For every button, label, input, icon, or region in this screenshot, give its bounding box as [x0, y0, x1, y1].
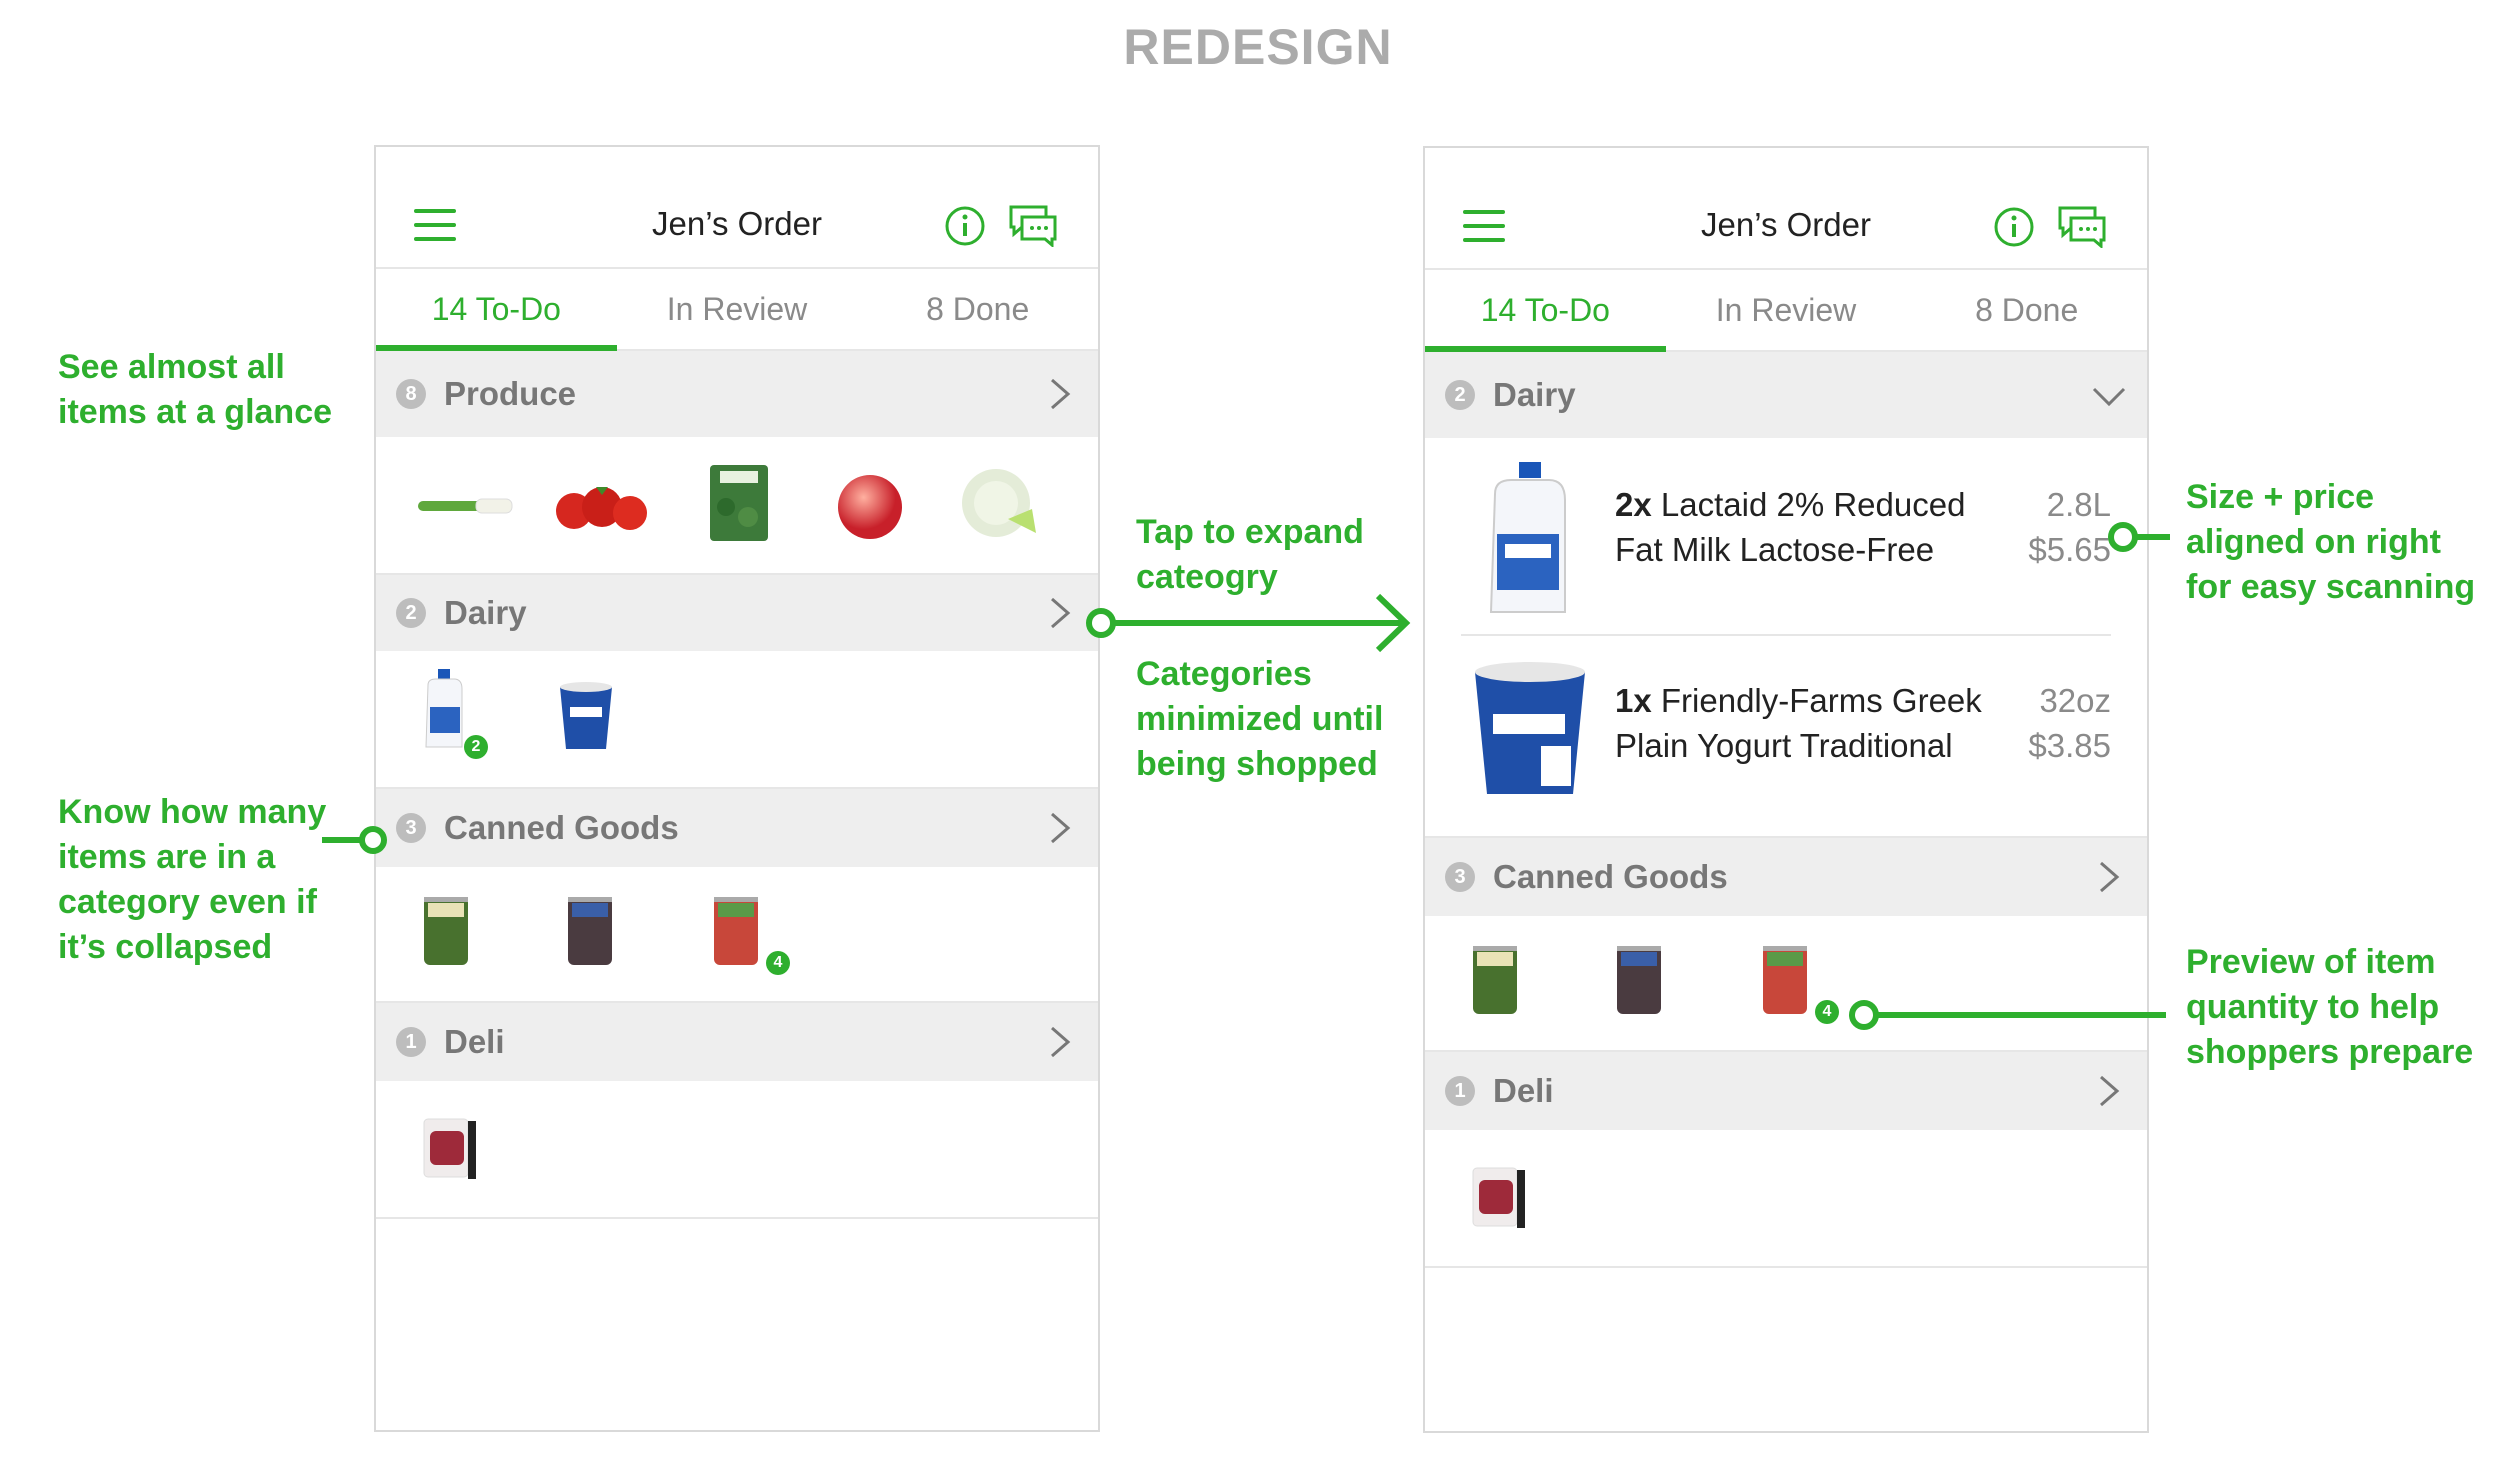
connector-dot-tap [1086, 608, 1116, 638]
connector-dot-preview-qty [1849, 1000, 1879, 1030]
connector-dot-size-price [2108, 522, 2138, 552]
annotation-connectors [322, 522, 2170, 1030]
connector-dot-how-many [359, 826, 387, 854]
